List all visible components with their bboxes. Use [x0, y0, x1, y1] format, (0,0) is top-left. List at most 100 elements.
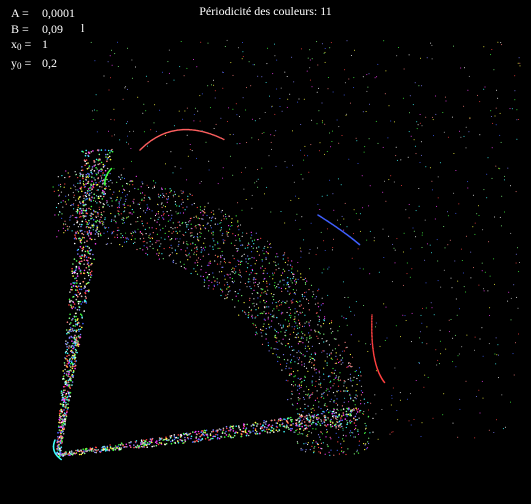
plot-point [285, 335, 287, 337]
plot-point [345, 410, 348, 413]
plot-point [186, 134, 188, 136]
plot-point [163, 218, 165, 220]
plot-point [515, 342, 516, 344]
plot-point [342, 414, 345, 416]
plot-point [79, 182, 81, 184]
plot-point [286, 284, 288, 286]
plot-point [288, 286, 290, 288]
plot-point [337, 219, 339, 221]
plot-point [329, 423, 332, 426]
plot-point [394, 249, 396, 251]
plot-point [350, 435, 352, 437]
plot-point [472, 226, 474, 228]
plot-point [152, 247, 154, 250]
plot-point [114, 448, 117, 451]
plot-point [309, 416, 312, 418]
plot-point [70, 379, 72, 382]
plot-point [172, 194, 174, 196]
plot-point [170, 217, 173, 219]
plot-point [99, 222, 101, 224]
plot-point [148, 227, 150, 229]
plot-point [64, 397, 67, 400]
plot-point [167, 196, 169, 198]
plot-point [309, 396, 311, 398]
plot-point [172, 228, 174, 230]
plot-point [335, 338, 337, 340]
plot-point [358, 367, 361, 369]
plot-point [457, 355, 459, 357]
plot-point [64, 368, 66, 371]
plot-point [223, 138, 225, 141]
plot-point [197, 438, 199, 441]
plot-point [486, 173, 488, 175]
plot-point [264, 423, 267, 425]
plot-point [509, 108, 511, 110]
plot-point [208, 285, 210, 287]
plot-point [284, 71, 286, 73]
plot-point [85, 302, 88, 304]
plot-point [330, 438, 332, 440]
plot-point [75, 265, 78, 268]
plot-point [141, 220, 143, 222]
plot-point [423, 386, 425, 388]
plot-point [158, 240, 160, 242]
plot-point [391, 395, 393, 397]
plot-point [288, 417, 290, 420]
plot-point [321, 272, 323, 274]
plot-point [85, 209, 88, 212]
attractor-canvas[interactable] [0, 0, 531, 504]
plot-point [58, 184, 60, 186]
plot-point [144, 194, 146, 196]
plot-point [74, 234, 76, 236]
plot-point [120, 197, 122, 199]
plot-point [501, 195, 503, 197]
plot-point [88, 268, 91, 271]
plot-point [151, 210, 153, 212]
plot-point [111, 148, 113, 150]
plot-point [478, 389, 480, 391]
plot-point [392, 431, 394, 433]
plot-point [65, 203, 67, 205]
plot-point [96, 110, 98, 112]
plot-point [168, 214, 170, 217]
plot-point [296, 389, 299, 391]
plot-point [261, 260, 263, 262]
plot-point [83, 217, 85, 219]
plot-point [295, 429, 297, 432]
param-x0-sub: 0 [17, 42, 22, 52]
plot-point [323, 379, 325, 381]
plot-point [148, 236, 150, 238]
plot-point [297, 327, 299, 329]
plot-point [220, 294, 222, 297]
plot-point [182, 118, 184, 120]
plot-point [408, 131, 410, 133]
plot-point [458, 203, 460, 205]
plot-point [130, 233, 133, 235]
plot-point [341, 419, 344, 422]
plot-point [342, 281, 344, 283]
plot-point [253, 289, 255, 291]
plot-point [301, 425, 304, 428]
plot-point [190, 243, 192, 245]
plot-point [489, 275, 491, 277]
plot-point [204, 206, 206, 208]
plot-point [307, 57, 309, 59]
plot-point [71, 375, 74, 378]
plot-point [288, 367, 290, 369]
plot-point [115, 200, 117, 202]
plot-point [250, 425, 253, 427]
plot-point [301, 325, 304, 327]
plot-point [185, 231, 187, 233]
plot-point [137, 217, 139, 219]
plot-point [409, 393, 411, 395]
plot-point [328, 451, 330, 453]
plot-point [116, 236, 119, 239]
plot-point [453, 192, 455, 194]
plot-point [329, 179, 331, 181]
plot-point [497, 97, 499, 99]
plot-point [353, 408, 355, 410]
plot-point [350, 363, 352, 365]
plot-point [176, 226, 178, 229]
plot-point [350, 55, 352, 56]
plot-point [75, 199, 77, 201]
